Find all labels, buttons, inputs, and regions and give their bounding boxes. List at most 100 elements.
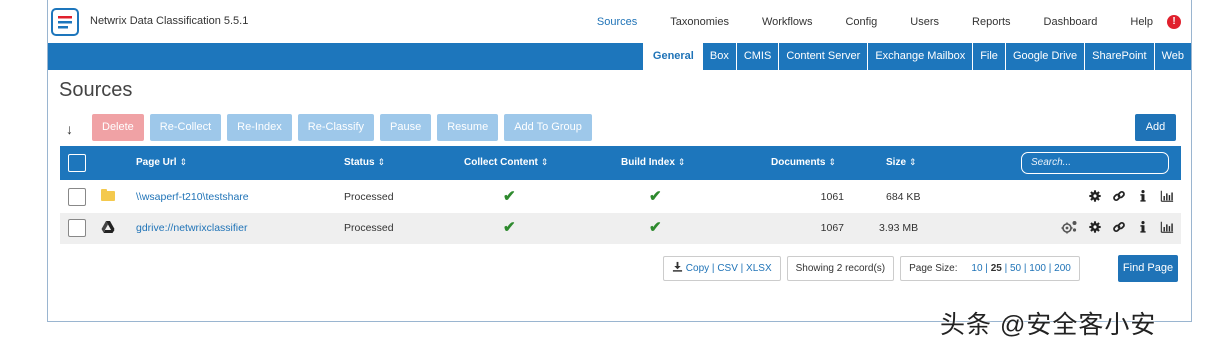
row-actions	[1088, 188, 1174, 204]
separator: |	[985, 263, 988, 274]
separator: |	[740, 263, 744, 274]
sub-nav-bar: General Box CMIS Content Server Exchange…	[48, 43, 1191, 70]
collect-content-check-icon: ✔	[503, 188, 516, 205]
multi-gear-settings-icon[interactable]	[1061, 219, 1078, 235]
re-index-button[interactable]: Re-Index	[227, 114, 292, 141]
sort-icon: ⇕	[828, 157, 836, 167]
collect-content-check-icon: ✔	[503, 219, 516, 236]
page-size-label: Page Size:	[909, 263, 958, 274]
row-checkbox[interactable]	[68, 219, 86, 237]
xlsx-link[interactable]: XLSX	[746, 263, 772, 274]
nav-config[interactable]: Config	[845, 16, 877, 28]
re-classify-button[interactable]: Re-Classify	[297, 114, 375, 141]
add-to-group-button[interactable]: Add To Group	[504, 114, 592, 141]
sort-icon: ⇕	[179, 157, 188, 167]
info-icon[interactable]	[1136, 188, 1150, 204]
status-cell: Processed	[344, 222, 394, 234]
bar-chart-icon[interactable]	[1160, 219, 1174, 235]
record-count: Showing 2 record(s)	[786, 256, 895, 281]
top-header: Netwrix Data Classification 5.5.1 Source…	[48, 0, 1191, 43]
alert-icon[interactable]: !	[1167, 14, 1181, 29]
sort-icon: ⇕	[377, 157, 386, 167]
select-all-checkbox[interactable]	[68, 154, 86, 172]
documents-cell: 1067	[820, 222, 844, 234]
tab-file[interactable]: File	[972, 43, 1005, 70]
separator: |	[1023, 263, 1027, 274]
tab-google-drive[interactable]: Google Drive	[1004, 43, 1084, 70]
search-input[interactable]: Search...	[1021, 152, 1169, 174]
tab-general[interactable]: General	[642, 43, 703, 70]
download-icon	[672, 261, 683, 272]
page-size-option-selected[interactable]: 25	[991, 263, 1002, 274]
column-label: Page Url	[136, 157, 177, 168]
nav-users[interactable]: Users	[910, 16, 939, 28]
csv-link[interactable]: CSV	[717, 263, 738, 274]
column-label: Collect Content	[464, 157, 538, 168]
tab-cmis[interactable]: CMIS	[735, 43, 779, 70]
source-type-tabs: General Box CMIS Content Server Exchange…	[642, 43, 1191, 70]
table-footer: Copy | CSV | XLSX Showing 2 record(s) Pa…	[663, 256, 1086, 281]
nav-workflows[interactable]: Workflows	[762, 16, 813, 28]
nav-reports[interactable]: Reports	[972, 16, 1011, 28]
nav-sources[interactable]: Sources	[597, 16, 637, 28]
column-label: Status	[344, 157, 375, 168]
row-checkbox[interactable]	[68, 188, 86, 206]
nav-help[interactable]: Help	[1130, 16, 1153, 28]
action-toolbar: Delete Re-Collect Re-Index Re-Classify P…	[92, 114, 592, 141]
page-url-link[interactable]: \\wsaperf-t210\testshare	[136, 191, 249, 203]
tab-content-server[interactable]: Content Server	[778, 43, 867, 70]
folder-icon	[101, 189, 115, 201]
column-documents[interactable]: Documents ⇕	[771, 157, 836, 168]
settings-gear-icon[interactable]	[1088, 188, 1102, 204]
bar-chart-icon[interactable]	[1160, 188, 1174, 204]
page-size-option[interactable]: 100	[1029, 263, 1046, 274]
separator: |	[1004, 263, 1008, 274]
netwrix-logo-icon[interactable]	[51, 8, 79, 36]
find-page-button[interactable]: Find Page	[1118, 255, 1178, 282]
add-button[interactable]: Add	[1135, 114, 1176, 141]
page-url-link[interactable]: gdrive://netwrixclassifier	[136, 222, 247, 234]
app-frame: Netwrix Data Classification 5.5.1 Source…	[47, 0, 1192, 322]
column-page-url[interactable]: Page Url ⇕	[136, 157, 187, 168]
size-cell: 684 KB	[886, 191, 921, 203]
nav-dashboard[interactable]: Dashboard	[1044, 16, 1098, 28]
tab-exchange-mailbox[interactable]: Exchange Mailbox	[867, 43, 972, 70]
tab-box[interactable]: Box	[703, 43, 736, 70]
column-label: Size	[886, 157, 907, 168]
table-row[interactable]: gdrive://netwrixclassifier Processed ✔ ✔…	[60, 213, 1181, 244]
re-collect-button[interactable]: Re-Collect	[149, 114, 222, 141]
build-index-check-icon: ✔	[649, 188, 662, 205]
link-icon[interactable]	[1112, 219, 1126, 235]
page-size-selector: Page Size: 10 | 25 | 50 | 100 | 200	[900, 256, 1080, 281]
delete-button[interactable]: Delete	[92, 114, 144, 141]
app-title: Netwrix Data Classification 5.5.1	[90, 15, 249, 27]
column-size[interactable]: Size ⇕	[886, 157, 917, 168]
settings-gear-icon[interactable]	[1088, 219, 1102, 235]
link-icon[interactable]	[1112, 188, 1126, 204]
column-label: Build Index	[621, 157, 675, 168]
table-row[interactable]: \\wsaperf-t210\testshare Processed ✔ ✔ 1…	[60, 182, 1181, 213]
column-status[interactable]: Status ⇕	[344, 157, 385, 168]
nav-taxonomies[interactable]: Taxonomies	[670, 16, 729, 28]
column-collect-content[interactable]: Collect Content ⇕	[464, 157, 548, 168]
copy-link[interactable]: Copy	[686, 263, 709, 274]
tab-web[interactable]: Web	[1153, 43, 1191, 70]
sort-icon: ⇕	[677, 157, 686, 167]
page-title: Sources	[59, 79, 133, 101]
tab-sharepoint[interactable]: SharePoint	[1084, 43, 1153, 70]
column-build-index[interactable]: Build Index ⇕	[621, 157, 685, 168]
table-header: Page Url ⇕ Status ⇕ Collect Content ⇕ Build…	[60, 146, 1181, 180]
row-actions	[1061, 219, 1174, 235]
page-size-option[interactable]: 200	[1054, 263, 1071, 274]
sort-icon: ⇕	[540, 157, 549, 167]
watermark-text: 头条 @安全客小安	[940, 311, 1157, 339]
documents-cell: 1061	[820, 191, 844, 203]
sort-order-icon[interactable]: ↓	[66, 121, 73, 137]
pause-button[interactable]: Pause	[380, 114, 432, 141]
page-size-option[interactable]: 10	[971, 263, 982, 274]
build-index-check-icon: ✔	[649, 219, 662, 236]
separator: |	[711, 263, 715, 274]
info-icon[interactable]	[1136, 219, 1150, 235]
resume-button[interactable]: Resume	[437, 114, 499, 141]
page-size-option[interactable]: 50	[1010, 263, 1021, 274]
